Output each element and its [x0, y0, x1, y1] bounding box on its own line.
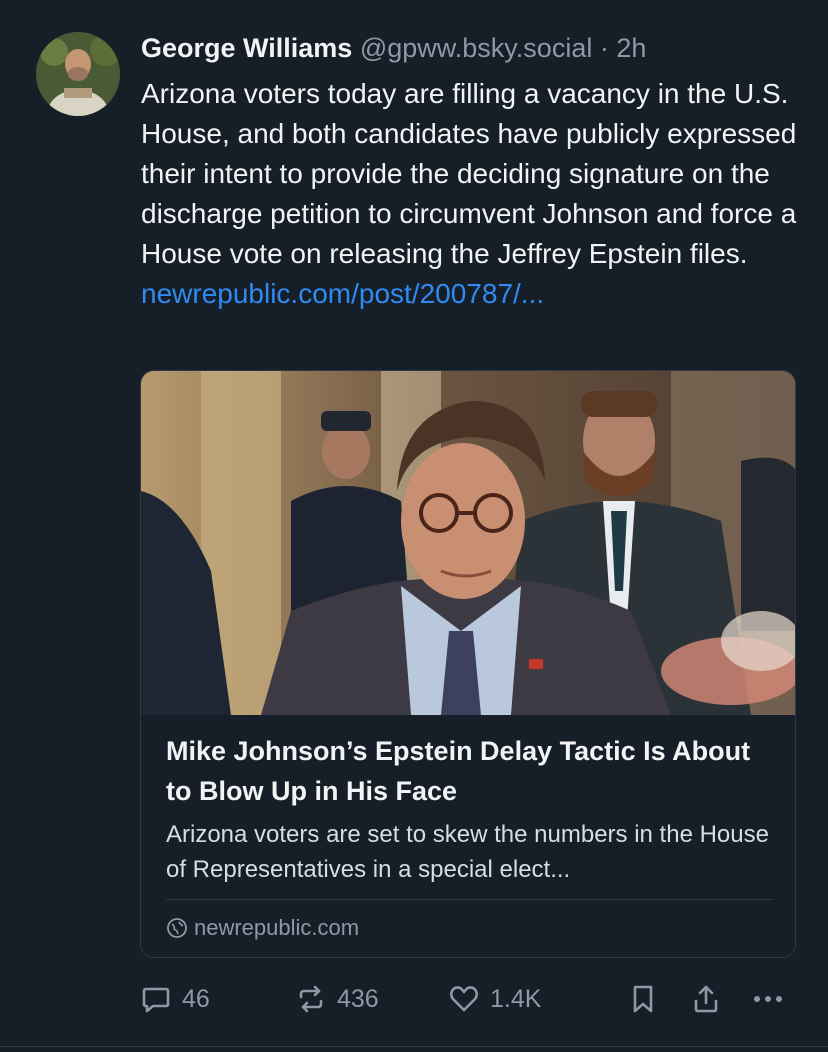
author-handle[interactable]: @gpww.bsky.social [360, 33, 593, 63]
feed-post[interactable]: George Williams @gpww.bsky.social · 2h A… [0, 0, 828, 1052]
share-icon [694, 985, 718, 1013]
like-button[interactable]: 1.4K [448, 980, 541, 1018]
heart-icon [449, 986, 479, 1012]
share-button[interactable] [690, 980, 722, 1018]
card-divider [166, 899, 774, 900]
author-name[interactable]: George Williams [141, 33, 352, 63]
card-description: Arizona voters are set to skew the numbe… [166, 821, 769, 883]
bookmark-icon [633, 985, 653, 1013]
card-domain: newrepublic.com [194, 915, 360, 940]
post-header: George Williams @gpww.bsky.social · 2h [141, 30, 801, 66]
repost-count: 436 [337, 984, 379, 1013]
post-text-block: Arizona voters today are filling a vacan… [141, 74, 806, 314]
avatar[interactable] [36, 32, 120, 116]
bookmark-button[interactable] [628, 980, 658, 1018]
globe-icon [167, 918, 187, 938]
like-count: 1.4K [490, 984, 542, 1013]
separator-dot: · [599, 33, 609, 63]
reply-icon [142, 987, 170, 1013]
card-title[interactable]: Mike Johnson’s Epstein Delay Tactic Is A… [166, 731, 766, 811]
reply-button[interactable]: 46 [140, 980, 210, 1018]
more-options-button[interactable] [750, 980, 786, 1018]
card-domain-row: newrepublic.com [166, 911, 359, 945]
repost-icon [299, 985, 323, 1013]
repost-button[interactable]: 436 [295, 980, 379, 1018]
post-actions: 46 436 1.4K [140, 980, 800, 1018]
reply-count: 46 [182, 984, 210, 1013]
card-image [141, 371, 795, 715]
post-link[interactable]: newrepublic.com/post/200787/... [141, 274, 806, 314]
post-text: Arizona voters today are filling a vacan… [141, 78, 797, 269]
post-divider [0, 1046, 828, 1047]
more-icon [754, 996, 782, 1002]
post-time[interactable]: 2h [616, 33, 646, 63]
link-preview-card[interactable]: Mike Johnson’s Epstein Delay Tactic Is A… [140, 370, 796, 958]
